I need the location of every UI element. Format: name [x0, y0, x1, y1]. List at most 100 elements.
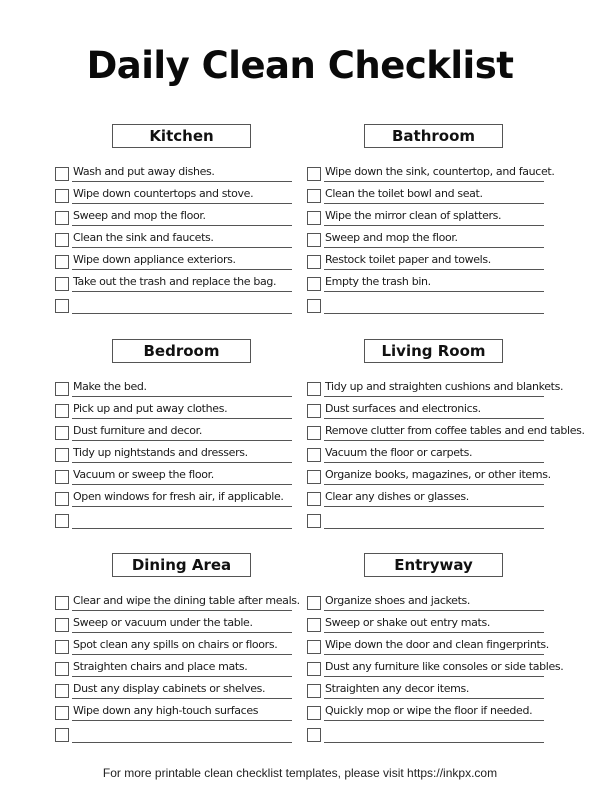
- checkbox[interactable]: [307, 189, 321, 203]
- checkbox[interactable]: [55, 404, 69, 418]
- checkbox[interactable]: [55, 492, 69, 506]
- checklist-item: Sweep and mop the floor.: [307, 230, 600, 252]
- checkbox[interactable]: [307, 277, 321, 291]
- checkbox[interactable]: [307, 167, 321, 181]
- item-label: Remove clutter from coffee tables and en…: [325, 424, 585, 437]
- checklist-item: Wipe down the sink, countertop, and fauc…: [307, 164, 600, 186]
- checkbox[interactable]: [55, 684, 69, 698]
- checkbox[interactable]: [55, 211, 69, 225]
- checkbox[interactable]: [307, 470, 321, 484]
- checkbox[interactable]: [307, 706, 321, 720]
- footer-note: For more printable clean checklist templ…: [102, 766, 498, 780]
- checklist-item: Clean the toilet bowl and seat.: [307, 186, 600, 208]
- item-label: Empty the trash bin.: [325, 275, 431, 288]
- item-label: Clean the sink and faucets.: [73, 231, 214, 244]
- checkbox[interactable]: [307, 382, 321, 396]
- write-in-line: [324, 511, 544, 529]
- checkbox[interactable]: [307, 492, 321, 506]
- item-label: Spot clean any spills on chairs or floor…: [73, 638, 278, 651]
- checklist-item: Wipe down the door and clean fingerprint…: [307, 637, 600, 659]
- checklist-item: Organize books, magazines, or other item…: [307, 467, 600, 489]
- checkbox[interactable]: [307, 514, 321, 528]
- checklist: Wipe down the sink, countertop, and fauc…: [307, 164, 600, 318]
- checkbox[interactable]: [55, 255, 69, 269]
- item-label: Dust surfaces and electronics.: [325, 402, 481, 415]
- write-in-line: [324, 725, 544, 743]
- checkbox[interactable]: [55, 382, 69, 396]
- item-label: Vacuum the floor or carpets.: [325, 446, 473, 459]
- checklist-item: [307, 296, 600, 318]
- checklist-item: Vacuum the floor or carpets.: [307, 445, 600, 467]
- checkbox[interactable]: [55, 277, 69, 291]
- item-label: Tidy up and straighten cushions and blan…: [325, 380, 564, 393]
- checklist-item: Restock toilet paper and towels.: [307, 252, 600, 274]
- checkbox[interactable]: [55, 189, 69, 203]
- checklist: Tidy up and straighten cushions and blan…: [307, 379, 600, 533]
- checkbox[interactable]: [55, 448, 69, 462]
- checkbox[interactable]: [55, 233, 69, 247]
- checkbox[interactable]: [307, 299, 321, 313]
- item-label: Wipe down appliance exteriors.: [73, 253, 236, 266]
- checkbox[interactable]: [55, 706, 69, 720]
- item-label: Tidy up nightstands and dressers.: [73, 446, 248, 459]
- item-label: Organize shoes and jackets.: [325, 594, 471, 607]
- write-in-line: [72, 296, 292, 314]
- checkbox[interactable]: [307, 426, 321, 440]
- item-label: Pick up and put away clothes.: [73, 402, 228, 415]
- item-label: Sweep and mop the floor.: [73, 209, 206, 222]
- checkbox[interactable]: [55, 662, 69, 676]
- section-heading: Dining Area: [112, 553, 251, 577]
- checkbox[interactable]: [307, 211, 321, 225]
- item-label: Sweep and mop the floor.: [325, 231, 458, 244]
- checkbox[interactable]: [55, 640, 69, 654]
- item-label: Clear any dishes or glasses.: [325, 490, 469, 503]
- checklist-item: Clear any dishes or glasses.: [307, 489, 600, 511]
- checklist-item: [307, 511, 600, 533]
- checkbox[interactable]: [55, 167, 69, 181]
- checklist-item: Organize shoes and jackets.: [307, 593, 600, 615]
- item-label: Wipe the mirror clean of splatters.: [325, 209, 502, 222]
- checklist-item: Quickly mop or wipe the floor if needed.: [307, 703, 600, 725]
- checklist: Organize shoes and jackets. Sweep or shak…: [307, 593, 600, 747]
- checkbox[interactable]: [307, 255, 321, 269]
- checkbox[interactable]: [307, 640, 321, 654]
- checkbox[interactable]: [55, 618, 69, 632]
- checkbox[interactable]: [55, 596, 69, 610]
- checkbox[interactable]: [55, 514, 69, 528]
- item-label: Straighten chairs and place mats.: [73, 660, 248, 673]
- checklist-item: Empty the trash bin.: [307, 274, 600, 296]
- item-label: Open windows for fresh air, if applicabl…: [73, 490, 284, 503]
- checkbox[interactable]: [55, 728, 69, 742]
- section-heading: Entryway: [364, 553, 503, 577]
- item-label: Wipe down any high-touch surfaces: [73, 704, 259, 717]
- checklist-item: Dust any furniture like consoles or side…: [307, 659, 600, 681]
- checklist-item: Wipe the mirror clean of splatters.: [307, 208, 600, 230]
- checkbox[interactable]: [307, 596, 321, 610]
- item-label: Wipe down the door and clean fingerprint…: [325, 638, 549, 651]
- checkbox[interactable]: [307, 728, 321, 742]
- item-label: Vacuum or sweep the floor.: [73, 468, 214, 481]
- item-label: Dust any furniture like consoles or side…: [325, 660, 564, 673]
- checkbox[interactable]: [55, 299, 69, 313]
- item-label: Quickly mop or wipe the floor if needed.: [325, 704, 533, 717]
- write-in-line: [72, 511, 292, 529]
- section-heading: Living Room: [364, 339, 503, 363]
- checkbox[interactable]: [307, 618, 321, 632]
- checkbox[interactable]: [307, 404, 321, 418]
- item-label: Make the bed.: [73, 380, 147, 393]
- item-label: Straighten any decor items.: [325, 682, 470, 695]
- checkbox[interactable]: [307, 448, 321, 462]
- checklist-item: [307, 725, 600, 747]
- item-label: Take out the trash and replace the bag.: [73, 275, 277, 288]
- checkbox[interactable]: [307, 684, 321, 698]
- item-label: Clear and wipe the dining table after me…: [73, 594, 300, 607]
- checkbox[interactable]: [55, 470, 69, 484]
- checklist-item: Sweep or shake out entry mats.: [307, 615, 600, 637]
- write-in-line: [324, 296, 544, 314]
- checkbox[interactable]: [55, 426, 69, 440]
- checkbox[interactable]: [307, 662, 321, 676]
- item-label: Dust furniture and decor.: [73, 424, 202, 437]
- section-heading: Kitchen: [112, 124, 251, 148]
- checkbox[interactable]: [307, 233, 321, 247]
- section-heading: Bedroom: [112, 339, 251, 363]
